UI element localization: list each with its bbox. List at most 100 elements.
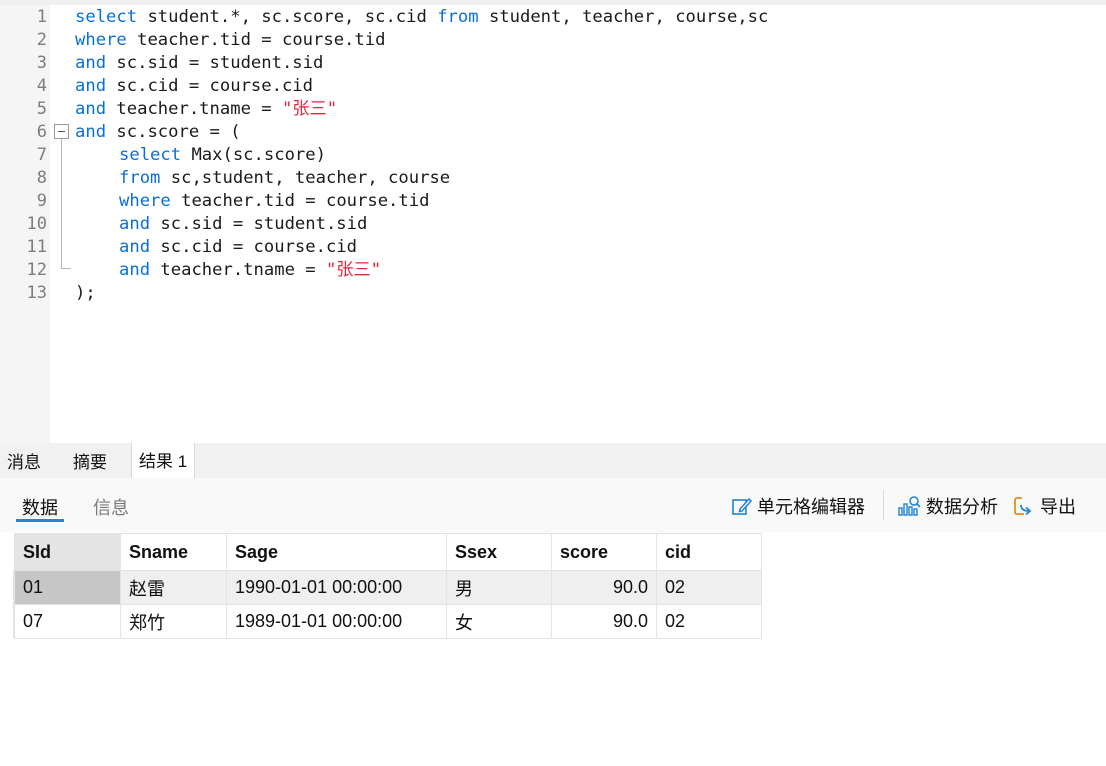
table-row[interactable]: 07 郑竹 1989-01-01 00:00:00 女 90.0 02: [14, 604, 762, 639]
column-header[interactable]: Ssex: [446, 533, 552, 571]
sql-keyword: and: [119, 260, 151, 280]
sql-text: sc.cid = course.cid: [150, 237, 358, 257]
data-analysis-label: 数据分析: [926, 497, 998, 517]
table-cell[interactable]: 02: [656, 570, 762, 605]
table-row[interactable]: 01 赵雷 1990-01-01 00:00:00 男 90.0 02: [14, 570, 762, 605]
line-number: 1: [36, 7, 47, 27]
sql-keyword: and: [119, 214, 151, 234]
line-number: 12: [26, 260, 47, 280]
sql-keyword: and: [75, 99, 107, 119]
code-line[interactable]: where teacher.tid = course.tid: [119, 190, 429, 213]
column-header[interactable]: Sname: [120, 533, 227, 571]
fold-guide-line: [61, 139, 62, 269]
sql-keyword: select: [75, 7, 138, 27]
export-label: 导出: [1040, 497, 1076, 517]
column-header[interactable]: Sage: [226, 533, 447, 571]
sql-text: sc.score = (: [106, 122, 241, 142]
sql-keyword: and: [75, 53, 107, 73]
sql-string: "张三": [325, 260, 382, 280]
cell-editor-icon: [732, 497, 753, 515]
line-number: 4: [36, 76, 47, 96]
active-subtab-indicator: [16, 519, 64, 522]
sql-keyword: and: [119, 237, 151, 257]
subtab-info[interactable]: 信息: [93, 494, 129, 520]
sql-text: Max(sc.score): [181, 145, 326, 165]
data-analysis-icon: [898, 496, 921, 516]
line-number: 5: [36, 99, 47, 119]
table-cell[interactable]: 90.0: [551, 604, 657, 639]
tab-summary[interactable]: 摘要: [66, 443, 114, 478]
row-selector[interactable]: [0, 604, 14, 638]
sql-keyword: from: [437, 7, 479, 27]
code-line[interactable]: and sc.cid = course.cid: [119, 236, 357, 259]
column-header[interactable]: cid: [656, 533, 762, 571]
line-number: 3: [36, 53, 47, 73]
sql-text: sc.sid = student.sid: [150, 214, 368, 234]
fold-guide-end: [61, 268, 71, 269]
table-cell[interactable]: 男: [446, 570, 552, 605]
table-cell[interactable]: 90.0: [551, 570, 657, 605]
code-line[interactable]: and sc.sid = student.sid: [75, 52, 323, 75]
sql-keyword: and: [75, 76, 107, 96]
sql-editor[interactable]: 1 2 3 4 5 6 7 8 9 10 11 12 13 select stu…: [0, 0, 1106, 443]
code-line[interactable]: and teacher.tname = "张三": [75, 98, 337, 121]
line-number-gutter: 1 2 3 4 5 6 7 8 9 10 11 12 13: [0, 5, 50, 443]
cell-editor-label: 单元格编辑器: [757, 497, 865, 517]
sql-text: );: [75, 283, 96, 303]
tab-messages[interactable]: 消息: [0, 443, 48, 478]
sql-text: teacher.tname =: [150, 260, 326, 280]
subtab-data[interactable]: 数据: [22, 494, 58, 520]
table-cell[interactable]: 1990-01-01 00:00:00: [226, 570, 447, 605]
sql-string: "张三": [281, 99, 338, 119]
line-number: 9: [36, 191, 47, 211]
sql-text: teacher.tid = course.tid: [126, 30, 386, 50]
tab-result-1[interactable]: 结果 1: [131, 443, 196, 479]
line-number: 2: [36, 30, 47, 50]
line-number: 11: [26, 237, 47, 257]
cell-editor-button[interactable]: 单元格编辑器: [731, 493, 865, 519]
sql-keyword: from: [119, 168, 161, 188]
sql-text: student, teacher, course,sc: [478, 7, 769, 27]
line-number: 10: [26, 214, 47, 234]
column-header[interactable]: SId: [14, 533, 121, 571]
toolbar-divider: [883, 490, 884, 520]
line-number: 7: [36, 145, 47, 165]
sql-text: teacher.tid = course.tid: [170, 191, 430, 211]
line-number: 13: [26, 283, 47, 303]
table-cell[interactable]: 1989-01-01 00:00:00: [226, 604, 447, 639]
sql-text: sc.cid = course.cid: [106, 76, 314, 96]
sql-text: teacher.tname =: [106, 99, 282, 119]
export-button[interactable]: 导出: [1012, 493, 1076, 519]
code-line[interactable]: and teacher.tname = "张三": [119, 259, 381, 282]
editor-top-border: [0, 0, 1106, 5]
data-analysis-button[interactable]: 数据分析: [898, 493, 998, 519]
table-cell[interactable]: 赵雷: [120, 570, 227, 605]
line-number: 6: [36, 122, 47, 142]
fold-collapse-icon[interactable]: [54, 124, 69, 139]
sql-text: student.*, sc.score, sc.cid: [137, 7, 438, 27]
code-line[interactable]: and sc.score = (: [75, 121, 241, 144]
sql-keyword: where: [75, 30, 127, 50]
code-line[interactable]: and sc.sid = student.sid: [119, 213, 367, 236]
result-panel-tabbar: 消息 摘要 结果 1: [0, 443, 1106, 479]
code-line[interactable]: select student.*, sc.score, sc.cid from …: [75, 6, 768, 29]
line-number: 8: [36, 168, 47, 188]
result-grid: SId Sname Sage Ssex score cid 01 赵雷 1990…: [14, 533, 762, 639]
table-cell[interactable]: 07: [14, 604, 121, 639]
sql-text: sc,student, teacher, course: [160, 168, 451, 188]
column-header[interactable]: score: [551, 533, 657, 571]
table-cell[interactable]: 女: [446, 604, 552, 639]
code-line[interactable]: );: [75, 282, 96, 305]
code-line[interactable]: and sc.cid = course.cid: [75, 75, 313, 98]
sql-text: sc.sid = student.sid: [106, 53, 324, 73]
table-cell[interactable]: 02: [656, 604, 762, 639]
sql-keyword: and: [75, 122, 107, 142]
table-cell[interactable]: 郑竹: [120, 604, 227, 639]
code-line[interactable]: from sc,student, teacher, course: [119, 167, 450, 190]
code-line[interactable]: where teacher.tid = course.tid: [75, 29, 385, 52]
row-selector[interactable]: [0, 570, 14, 604]
code-line[interactable]: select Max(sc.score): [119, 144, 326, 167]
sql-keyword: where: [119, 191, 171, 211]
sql-keyword: select: [119, 145, 182, 165]
table-cell[interactable]: 01: [14, 570, 121, 605]
